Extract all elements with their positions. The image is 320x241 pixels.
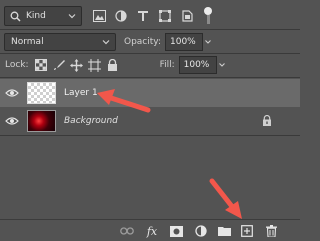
- blend-mode-value: Normal: [11, 37, 44, 47]
- divider: [0, 53, 300, 54]
- layer-thumbnail[interactable]: [27, 110, 56, 132]
- type-layer-filter-icon[interactable]: [132, 6, 154, 26]
- layer-name[interactable]: Layer 1: [64, 88, 98, 98]
- eye-icon[interactable]: [0, 107, 24, 135]
- kind-filter-label: Kind: [26, 11, 46, 21]
- new-layer-icon[interactable]: [238, 223, 256, 239]
- fill-chevron-icon[interactable]: [217, 56, 227, 74]
- eye-icon[interactable]: [0, 79, 24, 107]
- search-icon: [10, 11, 21, 22]
- opacity-chevron-icon[interactable]: [203, 33, 213, 51]
- lock-all-icon[interactable]: [104, 56, 122, 74]
- fx-label: fx: [146, 224, 158, 238]
- layer-name[interactable]: Background: [64, 116, 118, 126]
- lock-transparent-pixels-icon[interactable]: [32, 56, 50, 74]
- lock-row: Lock: Fill: 100%: [0, 55, 300, 75]
- add-mask-icon[interactable]: [167, 223, 185, 239]
- opacity-input[interactable]: 100%: [165, 33, 203, 51]
- fill-input[interactable]: 100%: [178, 56, 217, 74]
- pixel-layer-filter-icon[interactable]: [88, 6, 110, 26]
- lock-image-pixels-icon[interactable]: [50, 56, 68, 74]
- lock-position-icon[interactable]: [68, 56, 86, 74]
- fill-label: Fill:: [159, 60, 175, 70]
- adjustment-layer-icon[interactable]: [192, 223, 210, 239]
- chevron-down-icon: [101, 37, 111, 47]
- layer-thumbnail[interactable]: [27, 82, 56, 104]
- fx-icon[interactable]: fx: [143, 223, 161, 239]
- kind-filter-dropdown[interactable]: Kind: [4, 6, 82, 26]
- opacity-label: Opacity:: [124, 37, 161, 47]
- blend-mode-dropdown[interactable]: Normal: [4, 33, 116, 51]
- layer-row[interactable]: Layer 1: [0, 79, 300, 107]
- layer-lock-icon[interactable]: [262, 115, 272, 126]
- divider: [0, 135, 300, 136]
- filter-row: Kind: [0, 3, 300, 29]
- lock-artboard-icon[interactable]: [86, 56, 104, 74]
- adjustment-layer-filter-icon[interactable]: [110, 6, 132, 26]
- smart-object-filter-icon[interactable]: [176, 6, 198, 26]
- delete-layer-icon[interactable]: [262, 223, 280, 239]
- divider: [0, 77, 300, 78]
- chevron-down-icon: [67, 11, 77, 21]
- layer-row[interactable]: Background: [0, 107, 300, 135]
- filter-toggle-icon[interactable]: [204, 7, 212, 25]
- lock-label: Lock:: [5, 60, 29, 70]
- link-layers-icon[interactable]: [118, 223, 136, 239]
- layers-bottom-bar: fx: [0, 219, 300, 241]
- new-group-icon[interactable]: [215, 223, 233, 239]
- blend-row: Normal Opacity: 100%: [0, 32, 300, 52]
- divider: [0, 29, 300, 30]
- shape-layer-filter-icon[interactable]: [154, 6, 176, 26]
